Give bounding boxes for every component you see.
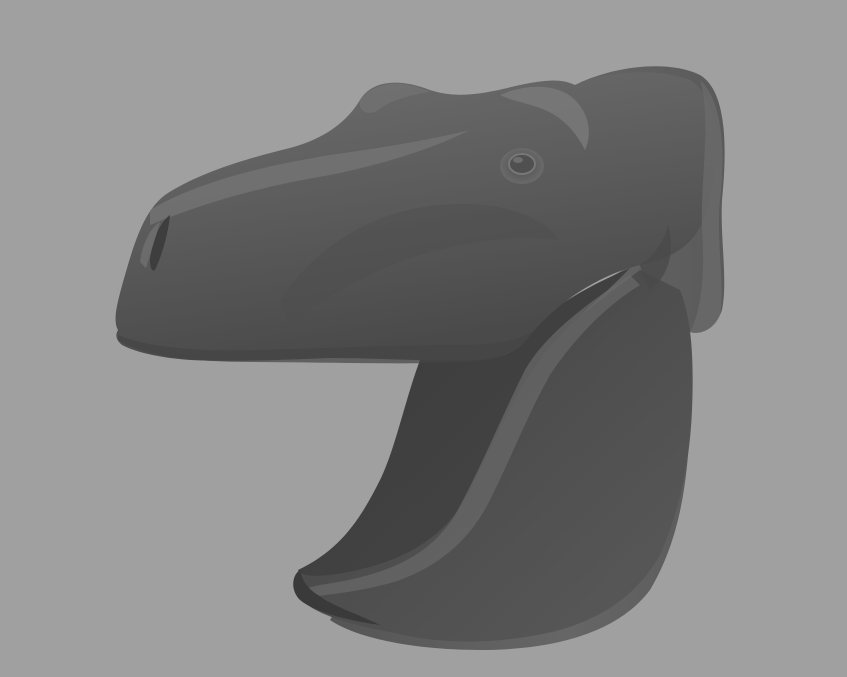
eye	[508, 153, 536, 175]
3d-viewport[interactable]	[0, 0, 847, 677]
dinosaur-head-model[interactable]	[0, 0, 847, 677]
eye-highlight	[513, 157, 523, 163]
